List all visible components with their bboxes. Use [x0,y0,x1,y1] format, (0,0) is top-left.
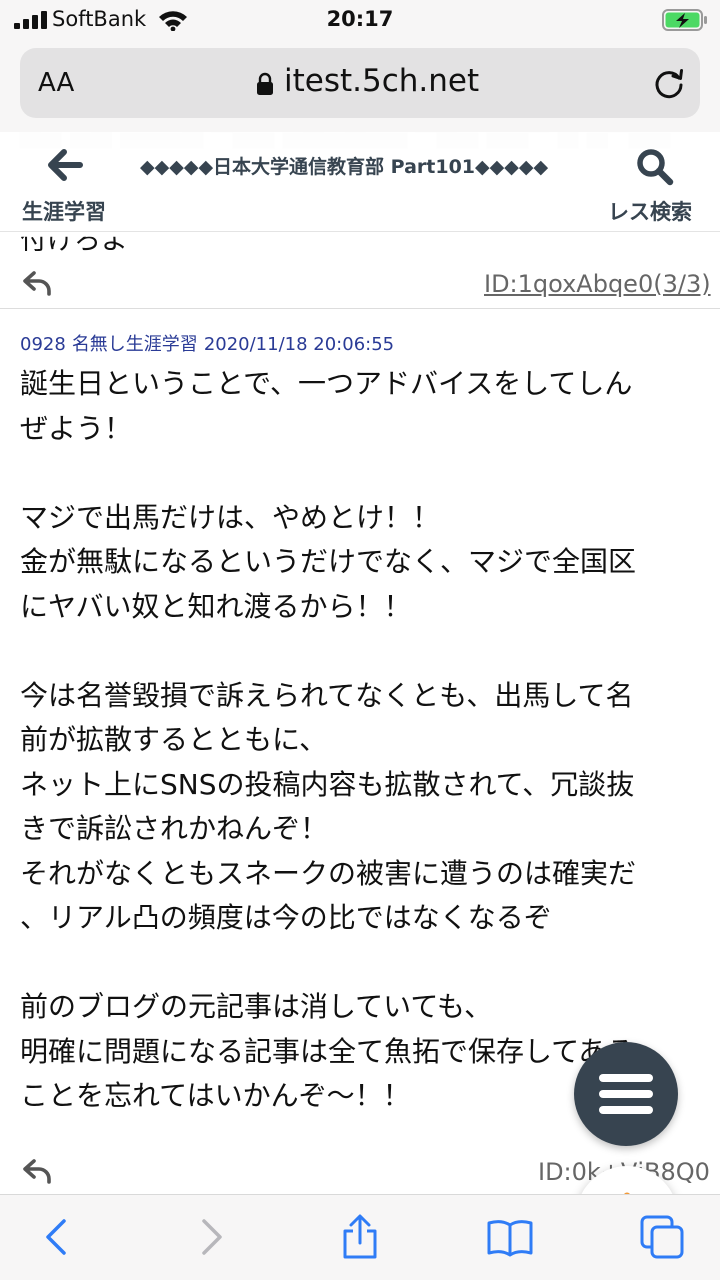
bookmarks-icon[interactable] [486,1213,534,1261]
lock-icon [257,72,273,95]
post-line: きで訴訟されかねんぞ！ [20,812,329,845]
post-line: 今は名誉毀損で訴えられてなくとも、出馬して名 [20,678,634,712]
post-line: 前が拡散するとともに、 [20,723,328,756]
back-chevron-icon[interactable] [34,1213,82,1261]
scroll-down-fab-button[interactable] [576,1166,678,1194]
post-line: それがなくともスネークの被害に遭うのは確実だ [20,856,637,890]
text-size-button[interactable]: AA [38,68,74,98]
post-datetime: 2020/11/18 20:06:55 [203,334,395,355]
back-to-board-button[interactable]: 生涯学習 [18,142,118,228]
post-line: 金が無駄になるというだけでなく、マジで全国区 [20,545,637,578]
post-line: にヤバい奴と知れ渡るから！！ [20,589,412,623]
status-time: 20:17 [326,7,394,31]
arrow-left-icon [48,149,83,181]
post-body: 誕生日ということで、一つアドバイスをしてしん ぜよう！ マジで出馬だけは、やめと… [20,362,704,1119]
post-line: 誕生日ということで、一つアドバイスをしてしん [20,367,633,400]
search-label: レス検索 [608,200,692,224]
address-bar[interactable]: AA itest.5ch.net [20,48,700,118]
post-line: マジで出馬だけは、やめとけ！！ [20,500,441,534]
tabs-icon[interactable] [638,1213,686,1261]
reload-icon[interactable] [652,66,686,100]
res-search-button[interactable]: レス検索 [606,142,706,228]
share-icon[interactable] [336,1213,384,1261]
post-number-link[interactable]: 0928 [20,334,66,355]
safari-address-area: AA itest.5ch.net [0,40,720,132]
reply-icon[interactable] [22,270,52,296]
status-bar: SoftBank 20:17 [0,0,720,40]
post-line: 前のブログの元記事は消していても、 [20,990,493,1023]
post-line: ネット上にSNSの投稿内容も拡散されて、冗談抜 [20,767,635,801]
safari-toolbar [0,1194,720,1280]
battery-charging-icon [662,9,707,31]
thread-header: 生涯学習 ◆◆◆◆◆日本大学通信教育部 Part101◆◆◆◆◆ レス検索 [0,132,720,232]
previous-post-id-link[interactable]: ID:1qoxAbqe0(3/3) [484,270,711,298]
reply-icon[interactable] [22,1158,52,1184]
post-line [20,451,704,496]
page-content: █▄ ▄█ ▄▄▄█ ▀▄▄ ▄█▄█▄▄ ▀█▄ ▄▄▀ █ ▄▀▄▄ 生涯学… [0,132,720,1194]
post-line: 、リアル凸の頻度は今の比ではなくなるぞ [20,901,552,934]
post-divider [0,308,720,309]
post-line: ぜよう！ [20,411,133,445]
magnifier-icon [637,149,674,186]
post-author-name: 名無し生涯学習 [71,334,198,355]
forward-chevron-icon[interactable] [186,1213,234,1261]
arrow-down-icon [624,1192,630,1194]
back-label: 生涯学習 [22,200,106,224]
menu-fab-button[interactable] [574,1042,678,1146]
post-meta: 0928 名無し生涯学習 2020/11/18 20:06:55 [20,330,400,356]
url-text[interactable]: itest.5ch.net [284,63,479,99]
post-line [20,941,704,986]
post-line [20,629,704,674]
thread-title: ◆◆◆◆◆日本大学通信教育部 Part101◆◆◆◆◆ [140,156,549,178]
